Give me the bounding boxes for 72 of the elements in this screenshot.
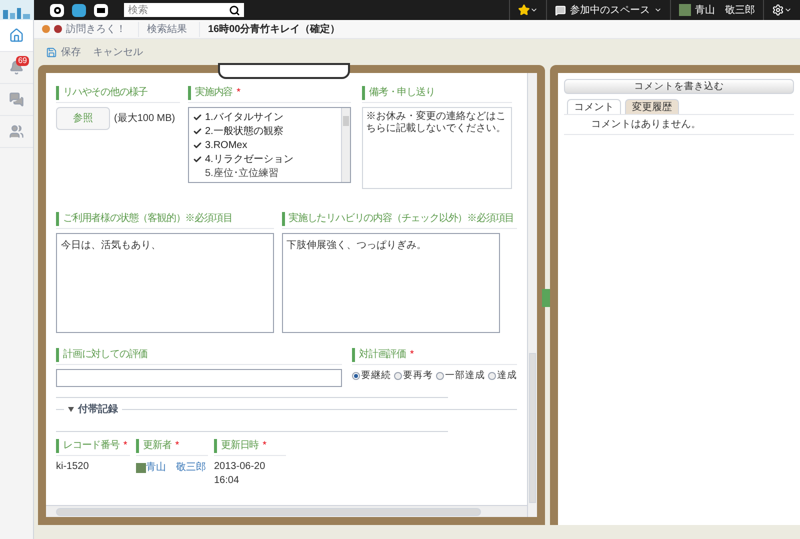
scrollbar[interactable]: [341, 108, 350, 182]
cancel-button[interactable]: キャンセル: [93, 44, 143, 60]
list-option[interactable]: 3.ROMex: [205, 138, 248, 152]
list-option[interactable]: 5.座位･立位練習: [205, 166, 278, 180]
sidebar-item[interactable]: [0, 20, 33, 52]
breadcrumb-item: 16時00分青竹キレイ（確定）: [208, 22, 342, 36]
evaluation-field[interactable]: [56, 369, 342, 387]
logo-icon[interactable]: [0, 0, 34, 20]
radio-option[interactable]: 要再考: [394, 369, 433, 384]
chat-icon: [555, 4, 566, 16]
field-label: 計画に対しての評価: [63, 348, 148, 362]
mail-icon[interactable]: [94, 4, 108, 16]
field-label: 備考・申し送り: [369, 86, 435, 100]
field-label: 実施したリハビリの内容（チェック以外）※必須項目: [288, 212, 514, 226]
search-field[interactable]: 検索: [124, 3, 229, 17]
spaces-menu[interactable]: 参加中のスペース: [570, 2, 650, 18]
avatar-icon: [679, 4, 691, 16]
radio-option[interactable]: 一部達成: [436, 369, 485, 384]
meta-value: ki-1520: [56, 460, 90, 474]
radio-option[interactable]: 要継続: [352, 369, 391, 384]
settings-icon[interactable]: [772, 4, 784, 16]
sidebar-item[interactable]: 69: [0, 52, 33, 84]
people-icon: [9, 124, 24, 139]
breadcrumb-item[interactable]: 訪問きろく！: [66, 22, 139, 36]
space-icon[interactable]: [72, 4, 86, 16]
panel-toggle-icon[interactable]: [542, 289, 550, 307]
list-option[interactable]: 2.一般状態の観察: [205, 124, 284, 138]
comment-tab[interactable]: コメント: [567, 99, 621, 114]
caret-icon: [530, 6, 538, 14]
breadcrumb-item[interactable]: 検索結果: [147, 22, 200, 36]
condition-field[interactable]: 今日は、活気もあり、: [56, 233, 274, 333]
write-comment-button[interactable]: コメントを書き込む: [564, 79, 794, 94]
avatar-icon: [136, 462, 146, 472]
field-label: 対計画評価: [359, 348, 406, 362]
field-label: 実施内容: [195, 86, 233, 100]
required-mark: *: [236, 86, 241, 100]
star-icon: [518, 4, 530, 16]
home-icon: [9, 28, 24, 43]
save-icon: [46, 46, 57, 58]
user-menu[interactable]: 青山 敬三郎: [695, 2, 755, 18]
empty-message: コメントはありません。: [564, 115, 794, 135]
list-option[interactable]: 4.リラクゼーション: [205, 152, 294, 166]
field-label: リハやその他の様子: [63, 86, 148, 100]
scrollbar[interactable]: [527, 73, 537, 517]
field-label: ご利用者様の状態（客観的）※必須項目: [63, 212, 232, 226]
scrollbar[interactable]: [46, 505, 527, 517]
notification-badge: 69: [16, 56, 29, 66]
search-icon[interactable]: [229, 4, 240, 16]
field-label: 更新者: [143, 438, 172, 453]
required-mark: *: [175, 439, 180, 453]
remarks-field[interactable]: ※お休み・変更の連絡などはこちらに記載しないでください。: [362, 107, 512, 189]
user-link[interactable]: 青山 敬三郎: [146, 460, 206, 475]
comment-tab[interactable]: 変更履歴: [625, 99, 679, 114]
rehab-field[interactable]: 下肢伸展強く、つっぱりぎみ。: [282, 233, 500, 333]
portal-icon[interactable]: [50, 4, 64, 16]
field-label: レコード番号: [63, 438, 120, 453]
required-mark: *: [123, 439, 128, 453]
section-header[interactable]: 付帯記録: [74, 402, 122, 417]
meta-value: 2013-06-20: [214, 460, 266, 474]
caret-icon: [784, 6, 792, 14]
list-option[interactable]: 1.バイタルサイン: [205, 110, 284, 124]
size-note: (最大100 MB): [114, 112, 176, 126]
required-mark: *: [262, 439, 267, 453]
required-mark: *: [410, 348, 414, 362]
save-button[interactable]: 保存: [46, 44, 81, 60]
caret-icon[interactable]: [68, 407, 74, 412]
chat-icon: [9, 92, 24, 107]
field-label: 更新日時: [221, 438, 259, 453]
caret-icon: [654, 6, 662, 14]
radio-option[interactable]: 達成: [488, 369, 517, 384]
activity-list[interactable]: 1.バイタルサイン 2.一般状態の観察 3.ROMex 4.リラクゼーション 5.座位･立位練習: [188, 107, 351, 183]
meta-value: 16:04: [214, 474, 240, 488]
